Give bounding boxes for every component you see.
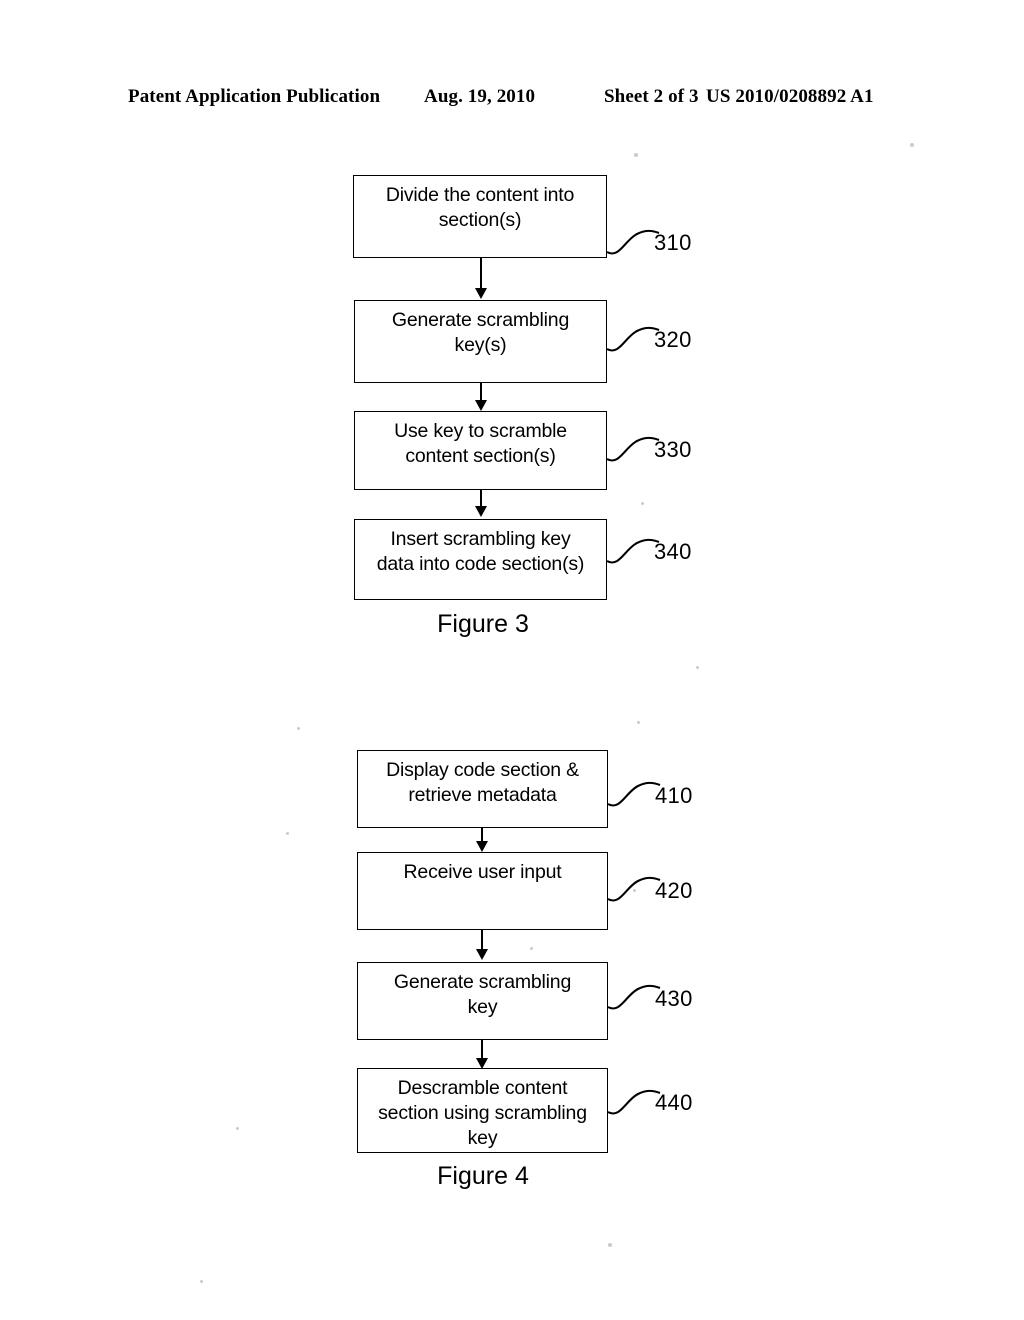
flow-step-410-line-1: Display code section & bbox=[386, 759, 579, 781]
connector-430-440 bbox=[481, 1040, 483, 1060]
scan-speckle bbox=[634, 153, 638, 157]
flow-step-430: Generate scrambling key bbox=[357, 962, 608, 1040]
flow-step-420-line-1: Receive user input bbox=[403, 861, 562, 883]
flow-step-430-line-2: key bbox=[467, 996, 498, 1018]
flow-step-440: Descramble content section using scrambl… bbox=[357, 1068, 608, 1153]
scan-speckle bbox=[637, 721, 640, 724]
scan-speckle bbox=[641, 502, 644, 505]
flow-step-410-line-2: retrieve metadata bbox=[408, 784, 557, 806]
ref-label-430: 430 bbox=[655, 986, 693, 1011]
connector-410-420-arrowhead bbox=[475, 841, 488, 852]
scan-speckle bbox=[633, 889, 636, 892]
flow-step-410: Display code section & retrieve metadata bbox=[357, 750, 608, 828]
figure-4: Display code section & retrieve metadata… bbox=[0, 0, 1024, 1230]
scan-speckle bbox=[696, 666, 699, 669]
scan-speckle bbox=[608, 1243, 612, 1247]
ref-label-420: 420 bbox=[655, 878, 693, 903]
figure-4-caption: Figure 4 bbox=[437, 1162, 529, 1190]
scan-speckle bbox=[200, 1280, 203, 1283]
flow-step-440-line-1: Descramble content bbox=[397, 1077, 568, 1099]
connector-420-430-arrowhead bbox=[475, 949, 488, 960]
scan-speckle bbox=[286, 832, 289, 835]
flow-step-420: Receive user input bbox=[357, 852, 608, 930]
scan-speckle bbox=[910, 143, 914, 147]
ref-label-410: 410 bbox=[655, 783, 693, 808]
flow-step-440-line-3: key bbox=[467, 1127, 498, 1149]
scan-speckle bbox=[297, 727, 300, 730]
scan-speckle bbox=[530, 947, 533, 950]
flow-step-430-line-1: Generate scrambling bbox=[393, 971, 572, 993]
flow-step-440-line-2: section using scrambling bbox=[378, 1102, 587, 1124]
scan-speckle bbox=[236, 1127, 239, 1130]
ref-label-440: 440 bbox=[655, 1090, 693, 1115]
